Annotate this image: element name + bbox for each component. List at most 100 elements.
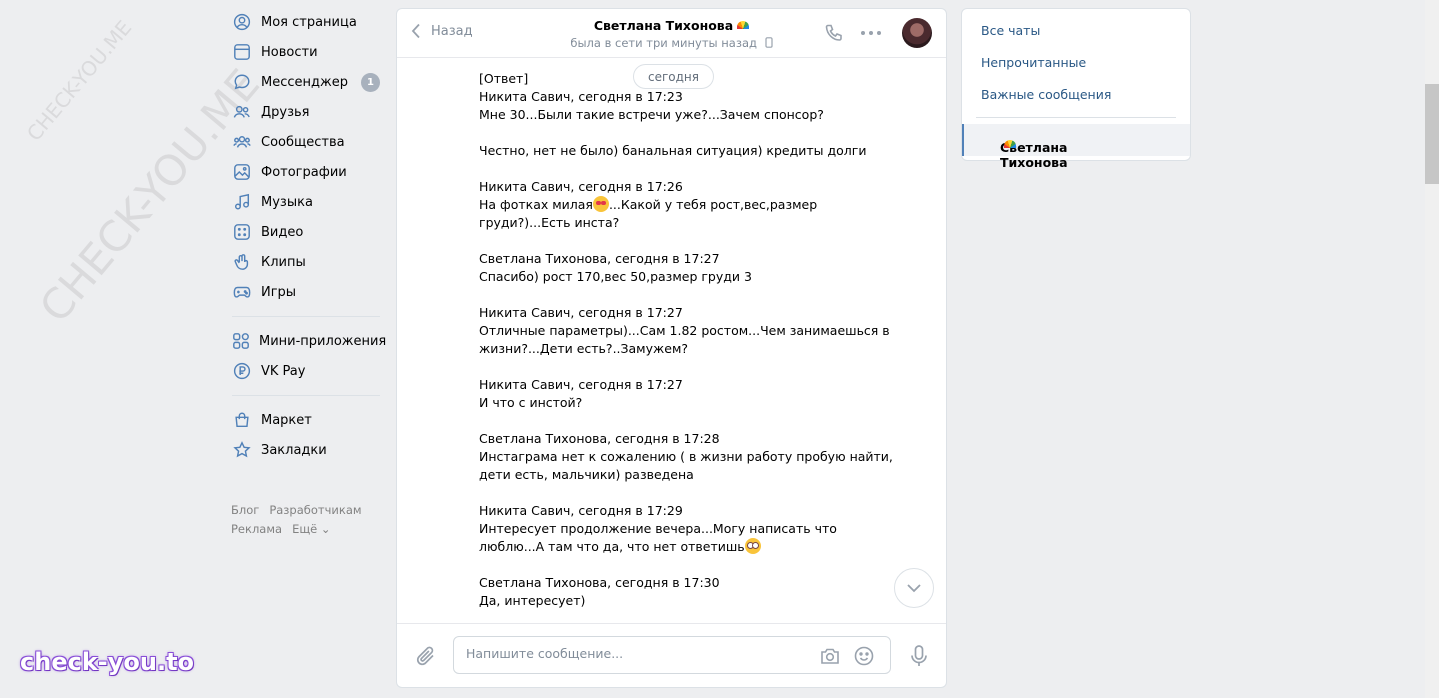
message-text: люблю...А там что да, что нет ответишь: [479, 539, 745, 554]
message-composer: [397, 623, 946, 687]
message-line: [479, 412, 946, 430]
footer-links: Блог Разработчикам Реклама Ещё ⌄: [230, 501, 380, 539]
apps-icon: [232, 331, 250, 351]
message-line: [479, 124, 946, 142]
message-text: ...Какой у тебя рост,вес,размер: [608, 197, 818, 212]
more-icon[interactable]: [860, 30, 882, 36]
message-line: [479, 556, 946, 574]
nav-item-market[interactable]: Маркет: [230, 405, 380, 435]
message-line: Мне 30...Были такие встречи уже?...Зачем…: [479, 107, 824, 122]
message-line: [479, 286, 946, 304]
nav-item-messenger[interactable]: Мессенджер 1: [230, 67, 380, 97]
message-line: [479, 232, 946, 250]
microphone-icon[interactable]: [908, 644, 930, 668]
message-line: Отличные параметры)...Сам 1.82 ростом...…: [479, 323, 890, 338]
message-line: Никита Савич, сегодня в 17:26: [479, 179, 683, 194]
nav-item-label: Видео: [261, 224, 304, 240]
message-history: [Ответ] Никита Савич, сегодня в 17:23 Мн…: [397, 59, 946, 623]
paperclip-icon[interactable]: [415, 644, 437, 668]
filter-important[interactable]: Важные сообщения: [981, 87, 1111, 102]
user-circle-icon: [232, 12, 252, 32]
message-line: Интересует продолжение вечера...Могу нап…: [479, 521, 837, 536]
nav-item-news[interactable]: Новости: [230, 37, 380, 67]
rainbow-icon: [1004, 140, 1016, 148]
footer-link-blog[interactable]: Блог: [231, 503, 259, 517]
nav-item-bookmarks[interactable]: Закладки: [230, 435, 380, 465]
nav-divider: [232, 395, 380, 396]
message-input[interactable]: [466, 646, 806, 661]
nav-item-vk-pay[interactable]: VK Pay: [230, 356, 380, 386]
unread-badge: 1: [361, 72, 380, 92]
scrollbar-thumb[interactable]: [1425, 84, 1439, 184]
nav-item-photos[interactable]: Фотографии: [230, 157, 380, 187]
nav-item-label: VK Pay: [261, 363, 306, 379]
mobile-icon: [765, 37, 773, 48]
vkpay-icon: [232, 361, 252, 381]
footer-link-more[interactable]: Ещё ⌄: [292, 522, 330, 536]
filter-unread[interactable]: Непрочитанные: [981, 55, 1086, 70]
message-line: Светлана Тихонова, сегодня в 17:28: [479, 431, 720, 446]
message-line: люблю...А там что да, что нет ответишь: [479, 538, 946, 556]
message-text: На фотках милая: [479, 197, 593, 212]
chat-filters-panel: Все чаты Непрочитанные Важные сообщения …: [961, 8, 1191, 170]
nav-item-label: Музыка: [261, 194, 313, 210]
nav-item-label: Игры: [261, 284, 297, 300]
peer-avatar[interactable]: [902, 18, 932, 48]
nav-item-mini-apps[interactable]: Мини-приложения: [230, 326, 386, 356]
message-line: Да, интересует): [479, 593, 586, 608]
communities-icon: [232, 132, 252, 152]
nav-item-label: Фотографии: [261, 164, 347, 180]
message-line: Никита Савич, сегодня в 17:27: [479, 377, 683, 392]
friends-icon: [232, 102, 252, 122]
back-label: Назад: [431, 23, 473, 39]
active-chat-item[interactable]: Светлана Тихонова: [962, 124, 1190, 170]
message-line: груди?)...Есть инста?: [479, 215, 620, 230]
watermark-small: CHECK-YOU.ME: [22, 15, 137, 146]
filters-divider: [976, 117, 1176, 118]
photo-icon: [232, 162, 252, 182]
chat-panel: Назад Светлана Тихонова была в сети три …: [396, 8, 947, 688]
nav-item-label: Клипы: [261, 254, 306, 270]
watermark-logo: check-you.to: [20, 648, 195, 676]
nav-item-friends[interactable]: Друзья: [230, 97, 380, 127]
message-line: Светлана Тихонова, сегодня в 17:27: [479, 251, 720, 266]
nav-item-label: Моя страница: [261, 14, 357, 30]
back-button[interactable]: Назад: [411, 23, 473, 39]
filter-all-chats[interactable]: Все чаты: [981, 23, 1040, 38]
bookmark-icon: [232, 440, 252, 460]
smile-icon[interactable]: [853, 645, 875, 667]
chat-header: Назад Светлана Тихонова была в сети три …: [397, 9, 946, 58]
peer-status: была в сети три минуты назад: [570, 36, 757, 50]
nav-item-communities[interactable]: Сообщества: [230, 127, 380, 157]
news-icon: [232, 42, 252, 62]
footer-link-ads[interactable]: Реклама: [231, 522, 282, 536]
nav-item-clips[interactable]: Клипы: [230, 247, 380, 277]
footer-link-developers[interactable]: Разработчикам: [269, 503, 361, 517]
date-pill: сегодня: [633, 64, 714, 89]
message-line: [479, 160, 946, 178]
phone-icon[interactable]: [823, 22, 845, 44]
left-navigation: Моя страница Новости Мессенджер 1 Друзья…: [230, 7, 386, 539]
message-line: [479, 358, 946, 376]
market-icon: [232, 410, 252, 430]
chevron-left-icon: [411, 23, 420, 39]
peer-name[interactable]: Светлана Тихонова: [594, 18, 733, 33]
message-line: Никита Савич, сегодня в 17:29: [479, 503, 683, 518]
page-scrollbar[interactable]: [1425, 0, 1439, 698]
nav-item-music[interactable]: Музыка: [230, 187, 380, 217]
message-input-box: [453, 636, 891, 674]
flushed-emoji-icon: [744, 538, 761, 554]
nav-item-video[interactable]: Видео: [230, 217, 380, 247]
nav-item-games[interactable]: Игры: [230, 277, 380, 307]
nav-item-label: Закладки: [261, 442, 327, 458]
nav-item-label: Мини-приложения: [259, 333, 387, 349]
nav-item-my-page[interactable]: Моя страница: [230, 7, 380, 37]
message-line: Никита Савич, сегодня в 17:23: [479, 89, 683, 104]
camera-icon[interactable]: [819, 645, 841, 667]
nav-item-label: Новости: [261, 44, 318, 60]
nav-item-label: Мессенджер: [261, 74, 348, 90]
scroll-down-button[interactable]: [894, 568, 934, 608]
clips-icon: [232, 252, 252, 272]
message-line: жизни?...Дети есть?..Замужем?: [479, 341, 689, 356]
heart-eyes-emoji-icon: [592, 196, 609, 212]
